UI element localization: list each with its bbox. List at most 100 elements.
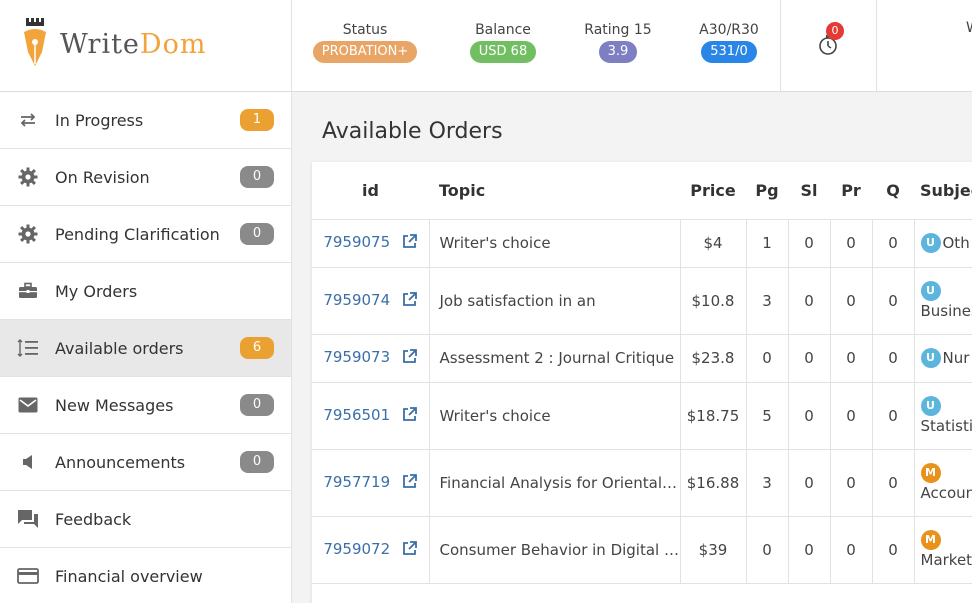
external-link-icon[interactable] [402,473,418,493]
level-badge: M [920,462,941,483]
sidebar-item-in-progress[interactable]: In Progress 1 [0,92,291,149]
q-cell: 0 [872,267,915,335]
brand-dom: Dom [139,29,207,60]
order-id-cell: 7959074 [312,267,430,335]
price-cell: $16.88 [680,449,747,517]
pr-cell: 0 [830,449,873,517]
column-header-pr[interactable]: Pr [830,162,872,220]
subject-text: Busines [920,301,972,320]
a30r30-badge: 531/0 [701,41,757,63]
topic-cell: Job satisfaction in an [429,267,681,335]
app: WriteDom Status PROBATION+ Balance USD 6… [0,0,972,603]
column-header-q[interactable]: Q [872,162,914,220]
level-badge: U [920,280,941,301]
topic-cell: Assessment 2 : Journal Critique [429,334,681,383]
order-id-link[interactable]: 7957719 [323,473,390,491]
external-link-icon[interactable] [402,540,418,560]
column-header-id[interactable]: id [312,162,429,220]
slides-cell: 0 [788,267,831,335]
order-id-link[interactable]: 7959074 [323,291,390,309]
column-header-slides[interactable]: Sl [788,162,830,220]
top-header: WriteDom Status PROBATION+ Balance USD 6… [0,0,972,92]
count-badge: 0 [240,223,274,245]
writedom-logo[interactable]: WriteDom [0,0,292,92]
q-cell: 0 [872,334,915,383]
brand-write: Write [60,29,140,60]
order-id-link[interactable]: 7956501 [323,406,390,424]
sidebar-item-new-messages[interactable]: New Messages 0 [0,377,291,434]
sidebar-item-announcements[interactable]: Announcements 0 [0,434,291,491]
notifications-button[interactable]: 0 [815,22,844,60]
topic-cell: Financial Analysis for Oriental … [429,449,681,517]
table-row[interactable]: 7956501 Writer's choice $18.75 5 0 0 0 U… [312,382,972,450]
subject-text: Accoun [920,483,972,502]
level-badge: U [920,348,941,368]
order-id-cell: 7959073 [312,334,430,383]
subject-text: Market [920,550,972,569]
table-row[interactable]: 7959073 Assessment 2 : Journal Critique … [312,334,972,383]
gear-icon [17,166,39,188]
topic-cell: Writer's choice [429,382,681,450]
external-link-icon[interactable] [402,406,418,426]
pages-cell: 3 [746,449,789,517]
briefcase-icon [17,280,39,302]
table-row[interactable]: 7959072 Consumer Behavior in Digital … $… [312,516,972,584]
subject-cell: M Market [914,516,972,584]
pr-cell: 0 [830,382,873,450]
page-title: Available Orders [322,119,503,144]
slides-cell: 0 [788,219,831,268]
slides-cell: 0 [788,382,831,450]
sidebar-item-feedback[interactable]: Feedback [0,491,291,548]
sidebar-item-my-orders[interactable]: My Orders [0,263,291,320]
order-id-link[interactable]: 7959075 [323,233,390,251]
order-id-link[interactable]: 7959072 [323,540,390,558]
rating-stat: Rating 15 3.9 [582,20,654,63]
header-divider [780,0,781,92]
q-cell: 0 [872,219,915,268]
sidebar-item-label: Announcements [55,452,186,472]
column-header-subject[interactable]: Subjec [914,162,972,220]
table-row[interactable]: 7959075 Writer's choice $4 1 0 0 0 U Oth [312,219,972,268]
sidebar-item-pending-clarification[interactable]: Pending Clarification 0 [0,206,291,263]
table-row[interactable]: 7957719 Financial Analysis for Oriental … [312,449,972,517]
external-link-icon[interactable] [402,234,418,253]
order-id-cell: 7959075 [312,219,430,268]
rating-label: Rating 15 [584,22,652,38]
slides-cell: 0 [788,334,831,383]
external-link-icon[interactable] [402,349,418,368]
status-label: Status [342,22,388,38]
a30r30-stat: A30/R30 531/0 [694,20,764,63]
topic-cell: Consumer Behavior in Digital … [429,516,681,584]
count-badge: 6 [240,337,274,359]
subject-cell: UBusines [914,267,972,335]
column-header-price[interactable]: Price [680,162,746,220]
pages-cell: 0 [746,516,789,584]
order-id-link[interactable]: 7959073 [323,348,390,366]
sidebar: In Progress 1 On Revision 0 Pending Clar… [0,92,292,603]
external-link-icon[interactable] [402,291,418,311]
column-header-topic[interactable]: Topic [429,162,680,220]
balance-stat: Balance USD 68 [466,20,540,63]
table-row[interactable]: 7959074 Job satisfaction in an $10.8 3 0… [312,267,972,335]
subject-text: Nur [942,349,970,367]
sidebar-item-on-revision[interactable]: On Revision 0 [0,149,291,206]
pages-cell: 0 [746,334,789,383]
balance-badge: USD 68 [469,41,537,63]
subject-cell: U Statisti [914,382,972,450]
header-divider [876,0,877,92]
sidebar-item-label: Feedback [55,509,132,529]
rating-badge: 3.9 [598,41,638,63]
status-stat: Status PROBATION+ [312,20,418,63]
sidebar-item-label: My Orders [55,281,138,301]
pages-cell: 5 [746,382,789,450]
topic-cell: Writer's choice [429,219,681,268]
megaphone-icon [17,451,39,473]
column-header-pages[interactable]: Pg [746,162,788,220]
subject-cell: M Accoun [914,449,972,517]
sidebar-item-available-orders[interactable]: Available orders 6 [0,320,291,377]
q-cell: 0 [872,516,915,584]
order-id-cell: 7957719 [312,449,430,517]
sidebar-item-label: Financial overview [55,566,203,586]
subject-text: Oth [942,234,970,252]
sidebar-item-financial-overview[interactable]: Financial overview [0,548,291,603]
